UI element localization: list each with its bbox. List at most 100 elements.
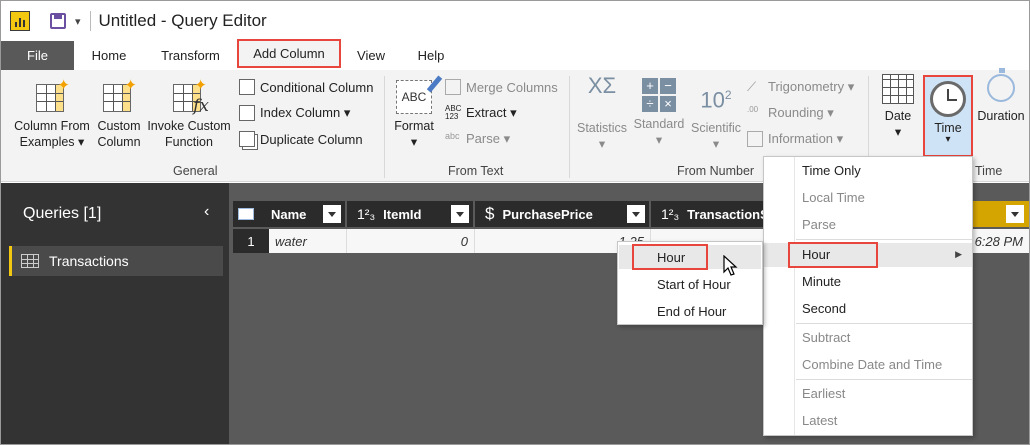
tab-add-column[interactable]: Add Column [237,39,341,68]
invoke-custom-function-button[interactable]: ✦ fx Invoke Custom Function [145,78,233,150]
queries-title: Queries [1] [23,205,102,222]
trigonometry-icon: ⟋ [747,79,757,94]
duplicate-column-button[interactable]: Duplicate Column [239,128,363,150]
column-name-label: ItemId [383,206,422,222]
hour-submenu: Hour Start of Hour End of Hour [617,241,763,325]
index-column-label: Index Column ▾ [260,105,351,120]
collapse-pane-icon[interactable]: ‹ [204,203,209,221]
trigonometry-label: Trigonometry ▾ [768,79,855,94]
table-icon [21,254,39,268]
time-arrow: ▾ [945,134,951,145]
date-button[interactable]: Date ▾ [875,74,921,140]
statistics-arrow: ▾ [598,137,606,151]
merge-columns-label: Merge Columns [466,79,558,95]
duration-label: Duration [977,109,1025,123]
time-button[interactable]: Time ▾ [923,75,973,157]
extract-icon: ABC 123 [445,104,462,121]
currency-type-icon[interactable]: $ [485,204,494,224]
tab-transform[interactable]: Transform [144,41,237,70]
quick-access-dropdown-icon[interactable]: ▾ [75,15,81,28]
statistics-button[interactable]: XΣ Statistics ▾ [574,73,630,152]
tab-file[interactable]: File [1,41,74,70]
power-icon: 102 [700,87,732,113]
time-dropdown-menu: Time Only Local Time Parse Hour ▶ Minute… [763,156,973,436]
query-item-label: Transactions [49,253,129,269]
query-editor-window: ▾ Untitled - Query Editor File Home Tran… [0,0,1030,445]
menu-item-subtract[interactable]: Subtract [802,330,850,345]
save-icon[interactable] [50,13,66,29]
group-label-from-text: From Text [448,164,504,178]
format-arrow: ▾ [410,135,418,149]
table-spark-icon: ✦ [34,78,70,114]
window-title: Untitled - Query Editor [98,11,267,30]
format-button[interactable]: ABC Format ▾ [391,75,443,150]
function-icon: ✦ fx [171,78,209,115]
format-label: Format [394,119,434,133]
sigma-icon: XΣ [587,73,617,98]
whole-number-type-icon[interactable]: 1²₃ [357,206,375,222]
parse-icon: abc [445,131,460,141]
conditional-column-label: Conditional Column [260,79,374,95]
calendar-icon [882,74,914,104]
menu-separator [796,379,972,380]
query-item-transactions[interactable]: Transactions [9,246,223,276]
custom-column-label-2: Column [97,135,141,149]
group-label-date-time: Time [975,164,1003,178]
title-bar: ▾ Untitled - Query Editor [1,1,1029,41]
arithmetic-icon: + − ÷ × [642,78,676,112]
extract-button[interactable]: ABC 123 Extract ▾ [445,102,517,124]
menu-item-time-only[interactable]: Time Only [802,163,861,178]
rounding-button[interactable]: .00 Rounding ▾ [747,102,834,124]
column-filter-dropdown[interactable] [451,205,469,223]
cell-itemid[interactable]: 0 [347,229,475,253]
column-filter-dropdown[interactable] [323,205,341,223]
menu-item-local-time[interactable]: Local Time [802,190,865,205]
group-separator [569,76,570,178]
whole-number-type-icon[interactable]: 1²₃ [661,206,679,222]
cell-name[interactable]: water [269,229,347,253]
conditional-column-button[interactable]: Conditional Column [239,76,373,98]
rounding-label: Rounding ▾ [768,105,834,120]
submenu-arrow-icon: ▶ [955,249,962,259]
ribbon-tabs: File Home Transform Add Column View Help [1,39,1029,70]
index-column-button[interactable]: Index Column ▾ [239,102,350,124]
column-from-examples-button[interactable]: ✦ Column From Examples ▾ [11,78,93,150]
column-filter-dropdown[interactable] [627,205,645,223]
scientific-label: Scientific [690,121,742,135]
column-header-name[interactable]: Name [269,201,345,227]
highlight-hour [788,242,878,268]
standard-button[interactable]: + − ÷ × Standard ▾ [631,78,687,148]
custom-column-icon: ✦ [101,78,137,114]
duration-button[interactable]: Duration [973,68,1029,124]
tab-view[interactable]: View [341,41,401,70]
column-header-itemid[interactable]: 1²₃ ItemId [347,201,473,227]
menu-item-earliest[interactable]: Earliest [802,386,845,401]
invoke-custom-function-label-1: Invoke Custom [147,119,231,133]
parse-label: Parse ▾ [466,131,511,146]
merge-columns-button[interactable]: Merge Columns [445,76,558,98]
information-button[interactable]: Information ▾ [747,128,843,150]
menu-item-latest[interactable]: Latest [802,413,837,428]
duplicate-column-icon [239,131,255,147]
custom-column-button[interactable]: ✦ Custom Column [94,78,144,150]
menu-item-second[interactable]: Second [802,301,846,316]
clock-icon [930,81,966,117]
submenu-item-end-of-hour[interactable]: End of Hour [657,304,726,319]
table-icon [238,208,254,220]
trigonometry-button[interactable]: ⟋ Trigonometry ▾ [747,76,854,98]
menu-item-parse[interactable]: Parse [802,217,836,232]
group-label-from-number: From Number [677,164,755,178]
menu-item-minute[interactable]: Minute [802,274,841,289]
table-menu-button[interactable] [233,201,269,227]
submenu-item-start-of-hour[interactable]: Start of Hour [657,277,731,292]
menu-item-combine-date-time[interactable]: Combine Date and Time [802,357,942,372]
column-filter-dropdown[interactable] [1006,205,1024,223]
parse-button[interactable]: abc Parse ▾ [445,128,510,150]
tab-home[interactable]: Home [74,41,144,70]
column-name-label: PurchasePrice [502,206,593,222]
scientific-button[interactable]: 102 Scientific ▾ [689,76,743,152]
tab-help[interactable]: Help [401,41,461,70]
power-bi-icon [10,11,30,31]
column-name-label: Name [271,206,307,222]
column-header-purchaseprice[interactable]: $ PurchasePrice [475,201,649,227]
